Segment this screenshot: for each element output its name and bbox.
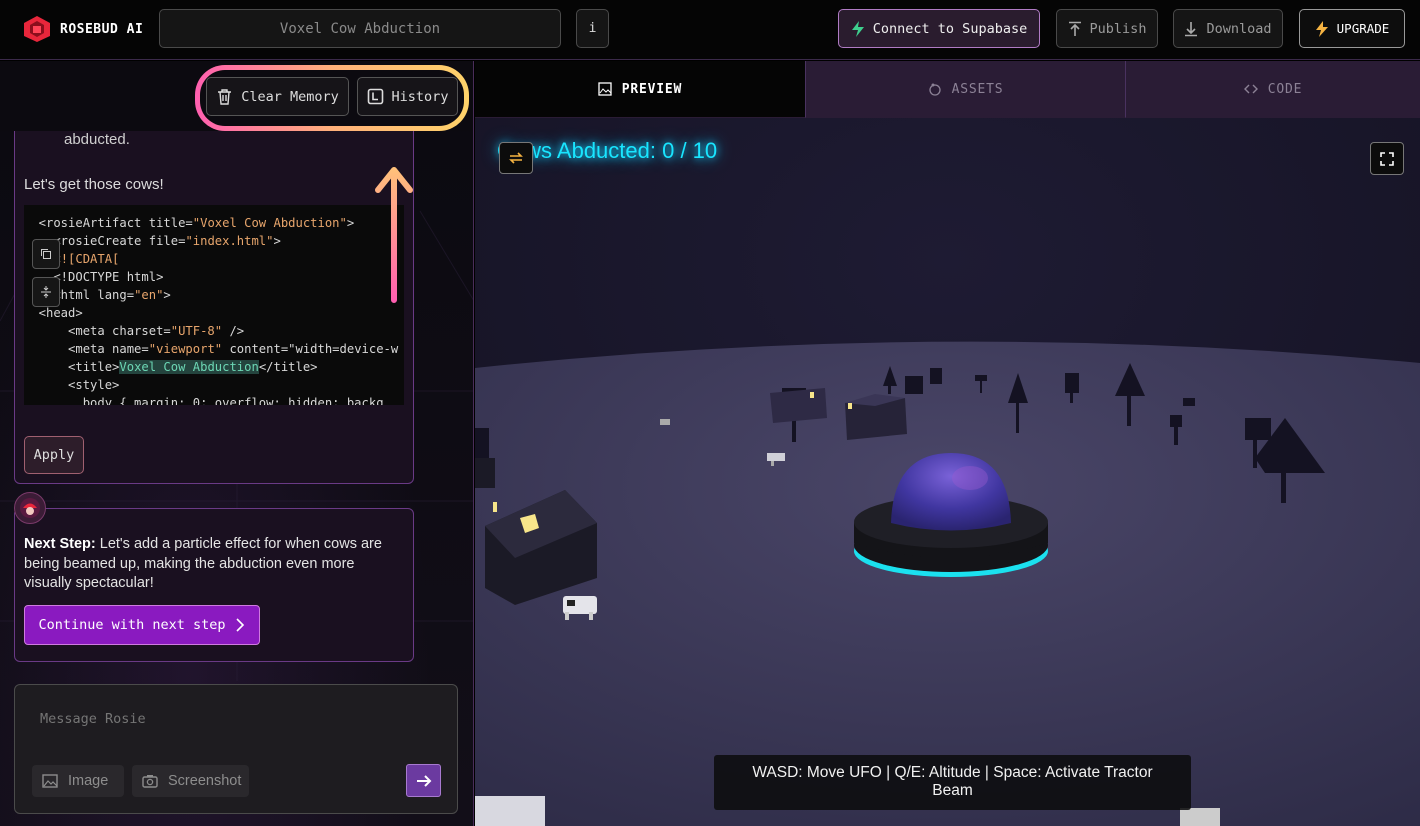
- preview-tabs: PREVIEW ASSETS CODE: [475, 61, 1420, 118]
- rosie-avatar-icon: [20, 498, 40, 518]
- controls-help-overlay: WASD: Move UFO | Q/E: Altitude | Space: …: [714, 755, 1191, 810]
- message-input[interactable]: [40, 711, 420, 727]
- code-brackets-icon: [1243, 84, 1258, 94]
- image-icon: [598, 82, 612, 96]
- swap-arrows-icon: [509, 152, 523, 164]
- upgrade-button[interactable]: UPGRADE: [1299, 9, 1405, 48]
- download-label: Download: [1206, 20, 1272, 37]
- expand-vertical-icon: [41, 286, 51, 298]
- expand-code-button[interactable]: [32, 277, 60, 307]
- send-button[interactable]: [406, 764, 441, 797]
- lightning-icon: [1315, 20, 1328, 37]
- arrow-right-icon: [416, 774, 431, 787]
- info-button[interactable]: i: [576, 9, 609, 48]
- code-line: <rosieCreate file="index.html">: [24, 234, 281, 248]
- chevron-right-icon: [236, 618, 245, 632]
- clear-memory-label: Clear Memory: [241, 88, 339, 105]
- tab-code[interactable]: CODE: [1125, 61, 1420, 118]
- supabase-bolt-icon: [851, 20, 864, 37]
- message-text-cta: Let's get those cows!: [24, 176, 164, 193]
- upload-icon: [1068, 21, 1081, 36]
- game-preview-canvas[interactable]: Cows Abducted: 0 / 10 WASD: Move UFO | Q…: [475, 118, 1420, 826]
- attach-image-button[interactable]: Image: [32, 765, 124, 797]
- tab-assets[interactable]: ASSETS: [805, 61, 1125, 118]
- message-text-fragment: abducted.: [64, 131, 130, 148]
- screenshot-label: Screenshot: [168, 773, 242, 789]
- code-line: body { margin: 0; overflow: hidden; back…: [24, 396, 384, 405]
- apply-button[interactable]: Apply: [24, 436, 84, 474]
- code-artifact-block[interactable]: <rosieArtifact title="Voxel Cow Abductio…: [24, 205, 404, 405]
- screenshot-button[interactable]: Screenshot: [132, 765, 249, 797]
- tab-preview-label: PREVIEW: [621, 81, 683, 97]
- code-line: <title>Voxel Cow Abduction</title>: [24, 360, 318, 374]
- top-bar: ROSEBUD AI Voxel Cow Abduction i Connect…: [0, 0, 1420, 60]
- brand-name: ROSEBUD AI: [60, 21, 144, 37]
- code-line: <rosieArtifact title="Voxel Cow Abductio…: [24, 216, 355, 230]
- history-icon: [367, 88, 383, 105]
- image-label: Image: [68, 773, 109, 789]
- continue-label: Continue with next step: [38, 617, 226, 633]
- code-line: <![CDATA[: [53, 252, 120, 266]
- next-step-heading: Next Step:: [24, 536, 96, 552]
- chat-panel: abducted. Let's get those cows! <rosieAr…: [0, 61, 474, 826]
- download-icon: [1185, 21, 1198, 36]
- project-title-field[interactable]: Voxel Cow Abduction: [159, 9, 561, 48]
- code-line: <!DOCTYPE html>: [24, 270, 164, 284]
- code-line: <head>: [24, 306, 83, 320]
- history-label: History: [391, 88, 449, 105]
- copy-icon: [41, 249, 51, 259]
- tab-preview[interactable]: PREVIEW: [475, 61, 805, 118]
- image-icon: [42, 774, 58, 788]
- copy-code-button[interactable]: [32, 239, 60, 269]
- code-line: <html lang="en">: [24, 288, 171, 302]
- publish-button[interactable]: Publish: [1056, 9, 1158, 48]
- download-button[interactable]: Download: [1173, 9, 1283, 48]
- supabase-label: Connect to Supabase: [872, 20, 1028, 37]
- swap-view-button[interactable]: [499, 142, 533, 174]
- tab-code-label: CODE: [1267, 81, 1303, 97]
- code-line: <meta charset="UTF-8" />: [24, 324, 245, 338]
- assets-icon: [928, 83, 941, 96]
- rosie-avatar: [14, 492, 46, 524]
- fullscreen-button[interactable]: [1370, 142, 1404, 175]
- brand-logo[interactable]: ROSEBUD AI: [22, 15, 143, 43]
- trash-icon: [218, 89, 232, 105]
- 3d-scene: [475, 118, 1420, 826]
- rosebud-logo-icon: [24, 16, 50, 42]
- camera-icon: [142, 775, 158, 788]
- connect-supabase-button[interactable]: Connect to Supabase: [838, 9, 1040, 48]
- code-line: <style>: [24, 378, 120, 392]
- next-step-text: Next Step: Let's add a particle effect f…: [24, 535, 404, 594]
- code-line: <meta name="viewport" content="width=dev…: [24, 342, 399, 356]
- history-button[interactable]: History: [357, 77, 458, 116]
- clear-memory-button[interactable]: Clear Memory: [206, 77, 349, 116]
- fullscreen-icon: [1380, 151, 1394, 166]
- continue-next-step-button[interactable]: Continue with next step: [24, 605, 260, 645]
- pointer-arrow-annotation: [375, 167, 413, 303]
- upgrade-label: UPGRADE: [1336, 21, 1390, 36]
- tab-assets-label: ASSETS: [951, 81, 1004, 97]
- publish-label: Publish: [1089, 20, 1147, 37]
